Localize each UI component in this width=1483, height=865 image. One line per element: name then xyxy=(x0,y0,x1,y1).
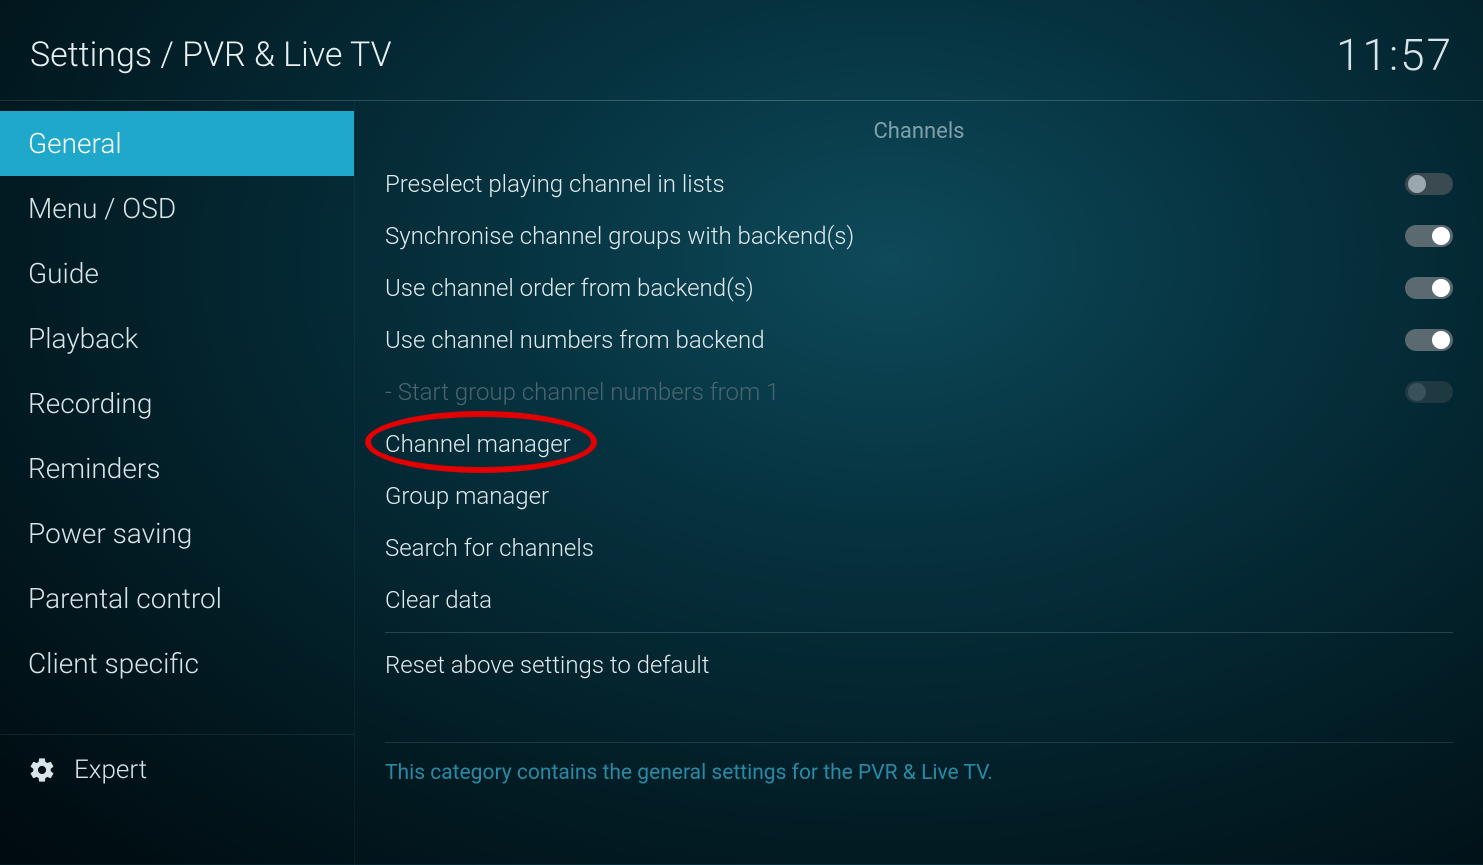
setting-label: Use channel numbers from backend xyxy=(385,326,765,354)
setting-clear-data[interactable]: Clear data xyxy=(385,574,1453,626)
sidebar-item-label: Recording xyxy=(28,387,152,420)
setting-start-group-numbers: - Start group channel numbers from 1 xyxy=(385,366,1453,418)
sidebar-item-parental-control[interactable]: Parental control xyxy=(0,566,354,631)
setting-use-channel-numbers[interactable]: Use channel numbers from backend xyxy=(385,314,1453,366)
toggle-start-group-numbers xyxy=(1405,381,1453,403)
toggle-preselect-playing-channel[interactable] xyxy=(1405,173,1453,195)
breadcrumb: Settings / PVR & Live TV xyxy=(30,35,392,75)
setting-label: Search for channels xyxy=(385,534,594,562)
main-panel: Channels Preselect playing channel in li… xyxy=(355,101,1483,865)
setting-use-channel-order[interactable]: Use channel order from backend(s) xyxy=(385,262,1453,314)
sidebar-item-client-specific[interactable]: Client specific xyxy=(0,631,354,696)
sidebar-item-label: Menu / OSD xyxy=(28,192,176,225)
sidebar-item-general[interactable]: General xyxy=(0,111,354,176)
sidebar-item-reminders[interactable]: Reminders xyxy=(0,436,354,501)
setting-sync-channel-groups[interactable]: Synchronise channel groups with backend(… xyxy=(385,210,1453,262)
help-text: This category contains the general setti… xyxy=(385,742,1453,785)
content-area: General Menu / OSD Guide Playback Record… xyxy=(0,101,1483,865)
setting-group-manager[interactable]: Group manager xyxy=(385,470,1453,522)
section-divider xyxy=(385,632,1453,633)
setting-label: Use channel order from backend(s) xyxy=(385,274,754,302)
settings-level-label: Expert xyxy=(74,755,147,785)
sidebar-item-menu-osd[interactable]: Menu / OSD xyxy=(0,176,354,241)
setting-label: Channel manager xyxy=(385,430,571,458)
toggle-use-channel-order[interactable] xyxy=(1405,277,1453,299)
gear-icon xyxy=(28,756,56,784)
sidebar: General Menu / OSD Guide Playback Record… xyxy=(0,101,355,865)
sidebar-item-label: Playback xyxy=(28,322,138,355)
setting-label: Clear data xyxy=(385,586,492,614)
header: Settings / PVR & Live TV 11:57 xyxy=(0,0,1483,100)
setting-label: Group manager xyxy=(385,482,549,510)
sidebar-item-guide[interactable]: Guide xyxy=(0,241,354,306)
setting-channel-manager[interactable]: Channel manager xyxy=(385,418,1453,470)
toggle-use-channel-numbers[interactable] xyxy=(1405,329,1453,351)
setting-label: Synchronise channel groups with backend(… xyxy=(385,222,854,250)
setting-preselect-playing-channel[interactable]: Preselect playing channel in lists xyxy=(385,158,1453,210)
sidebar-item-label: Parental control xyxy=(28,582,222,615)
toggle-sync-channel-groups[interactable] xyxy=(1405,225,1453,247)
section-header-channels: Channels xyxy=(385,119,1453,144)
sidebar-item-power-saving[interactable]: Power saving xyxy=(0,501,354,566)
sidebar-item-playback[interactable]: Playback xyxy=(0,306,354,371)
settings-level-button[interactable]: Expert xyxy=(0,734,354,805)
clock: 11:57 xyxy=(1336,29,1453,81)
sidebar-item-label: Guide xyxy=(28,257,99,290)
setting-label: - Start group channel numbers from 1 xyxy=(385,378,779,406)
setting-reset-defaults[interactable]: Reset above settings to default xyxy=(385,639,1453,691)
sidebar-item-label: General xyxy=(28,127,122,160)
setting-label: Preselect playing channel in lists xyxy=(385,170,725,198)
sidebar-item-label: Client specific xyxy=(28,647,199,680)
setting-search-channels[interactable]: Search for channels xyxy=(385,522,1453,574)
sidebar-item-label: Reminders xyxy=(28,452,160,485)
sidebar-item-label: Power saving xyxy=(28,517,192,550)
sidebar-item-recording[interactable]: Recording xyxy=(0,371,354,436)
setting-label: Reset above settings to default xyxy=(385,651,710,679)
sidebar-items: General Menu / OSD Guide Playback Record… xyxy=(0,101,354,734)
